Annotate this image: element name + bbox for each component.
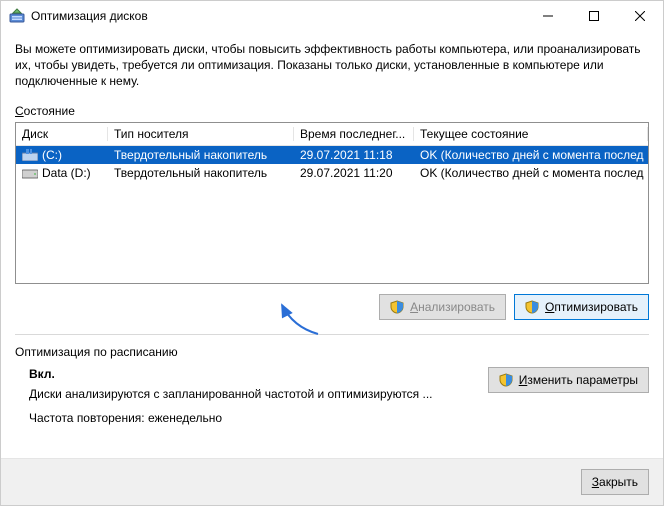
drive-name: (C:) (42, 148, 62, 162)
optimize-label: птимизировать (554, 300, 638, 314)
state-label: Состояние (15, 104, 649, 118)
app-icon (9, 8, 25, 24)
col-disk[interactable]: Диск (16, 127, 108, 141)
col-type[interactable]: Тип носителя (108, 127, 294, 141)
action-buttons: Анализировать Оптимизировать (15, 294, 649, 320)
state-label-accel: С (15, 104, 24, 118)
drive-time: 29.07.2021 11:20 (294, 166, 414, 180)
shield-icon (525, 300, 539, 314)
analyze-button[interactable]: Анализировать (379, 294, 506, 320)
drive-time: 29.07.2021 11:18 (294, 148, 414, 162)
schedule-heading: Оптимизация по расписанию (15, 345, 649, 359)
shield-icon (390, 300, 404, 314)
description-text: Вы можете оптимизировать диски, чтобы по… (15, 41, 649, 90)
drive-type: Твердотельный накопитель (108, 148, 294, 162)
body: Вы можете оптимизировать диски, чтобы по… (1, 31, 663, 435)
minimize-button[interactable] (525, 1, 571, 31)
drive-name: Data (D:) (42, 166, 91, 180)
schedule-on: Вкл. (29, 367, 476, 381)
optimize-button[interactable]: Оптимизировать (514, 294, 649, 320)
drive-state: OK (Количество дней с момента послед (414, 166, 648, 180)
drive-list[interactable]: Диск Тип носителя Время последнег... Тек… (15, 122, 649, 284)
change-settings-button[interactable]: Изменить параметры (488, 367, 649, 393)
titlebar: Оптимизация дисков (1, 1, 663, 31)
window: Оптимизация дисков Вы можете оптимизиров… (0, 0, 664, 506)
change-label: зменить параметры (527, 373, 638, 387)
close-dialog-button[interactable]: Закрыть (581, 469, 649, 495)
drive-icon (22, 149, 38, 161)
drive-row[interactable]: (C:) Твердотельный накопитель 29.07.2021… (16, 146, 648, 164)
drive-type: Твердотельный накопитель (108, 166, 294, 180)
schedule-line1: Диски анализируются с запланированной ча… (29, 387, 476, 401)
optimize-accel: О (545, 300, 554, 314)
col-state[interactable]: Текущее состояние (414, 127, 648, 141)
close-accel: З (592, 475, 599, 489)
analyze-label: нализировать (418, 300, 495, 314)
close-label: акрыть (599, 475, 638, 489)
separator (15, 334, 649, 335)
schedule-line2: Частота повторения: еженедельно (29, 411, 476, 425)
footer: Закрыть (1, 458, 663, 505)
analyze-accel: А (410, 300, 418, 314)
schedule-body: Вкл. Диски анализируются с запланированн… (15, 367, 649, 435)
drive-icon (22, 167, 38, 179)
window-title: Оптимизация дисков (31, 9, 525, 23)
maximize-button[interactable] (571, 1, 617, 31)
drive-state: OK (Количество дней с момента послед (414, 148, 648, 162)
shield-icon (499, 373, 513, 387)
state-label-rest: остояние (24, 104, 75, 118)
drive-row[interactable]: Data (D:) Твердотельный накопитель 29.07… (16, 164, 648, 182)
col-time[interactable]: Время последнег... (294, 127, 414, 141)
close-button[interactable] (617, 1, 663, 31)
list-header: Диск Тип носителя Время последнег... Тек… (16, 123, 648, 146)
